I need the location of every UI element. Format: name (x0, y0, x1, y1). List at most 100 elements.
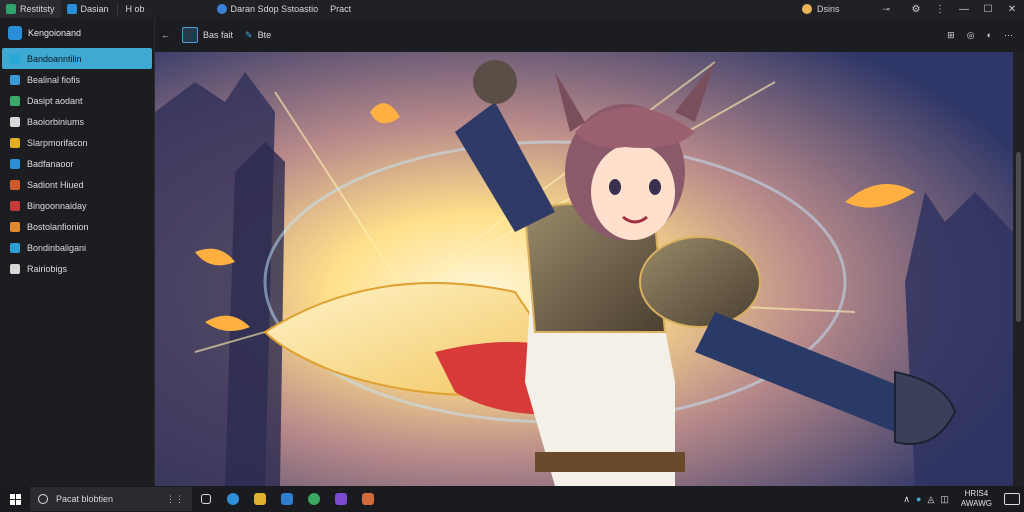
sidebar-item-label: Bingoonnaiday (27, 200, 87, 211)
clock[interactable]: HRIS4 AWAWG (961, 489, 992, 509)
sidebar-item-icon (10, 53, 20, 64)
tab-label: Restitsty (20, 4, 55, 14)
volume-icon[interactable]: ◫ (940, 494, 949, 505)
tab-label: Dasian (80, 4, 109, 14)
wifi-icon[interactable]: ◬ (927, 494, 934, 505)
sidebar-item-icon (10, 221, 20, 232)
sidebar-item[interactable]: Badfanaoor (2, 153, 152, 174)
sidebar-item-label: Slarpmorifacon (27, 137, 88, 148)
mic-icon[interactable]: ⋮⋮ (166, 494, 184, 505)
tab-restitsty[interactable]: Restitsty (0, 0, 61, 18)
sidebar: Kengoionand Bandoanntilin Bealinal fiofis… (0, 18, 155, 486)
minimize-button[interactable]: — (952, 0, 976, 18)
taskbar-search-placeholder: Pacat blobtien (56, 494, 114, 504)
system-tray: ∧ ● ◬ ◫ HRIS4 AWAWG (903, 489, 1024, 509)
network-icon[interactable]: ● (916, 494, 921, 504)
windows-icon (9, 493, 21, 505)
view-button[interactable]: Bas fait (176, 24, 239, 46)
tab-label: H ob (125, 4, 145, 14)
edit-button[interactable]: ✎ Bte (239, 24, 277, 46)
sidebar-item-label: Bondinbaligani (27, 242, 87, 253)
sidebar-item-label: Badfanaoor (27, 158, 74, 169)
adjust-icon[interactable]: ◐ (982, 24, 997, 46)
divider (116, 3, 118, 15)
taskbar: Pacat blobtien ⋮⋮ ∧ ● ◬ ◫ HRIS4 AWAWG (0, 486, 1024, 512)
avatar-icon (802, 4, 812, 14)
sidebar-item[interactable]: Bingoonnaiday (2, 195, 152, 216)
image-viewer[interactable] (155, 52, 1013, 486)
photos-icon[interactable] (354, 486, 381, 512)
media-icon[interactable] (327, 486, 354, 512)
start-button[interactable] (0, 486, 30, 512)
sidebar-item[interactable]: Rairiobigs (2, 258, 152, 279)
scrollbar-thumb[interactable] (1016, 152, 1021, 322)
sidebar-item[interactable]: Bandoanntilin (2, 48, 152, 69)
new-tab-button[interactable]: H ob (120, 0, 151, 18)
window-titlebar: Restitsty Dasian H ob Daran Sdop Sstoast… (0, 0, 1024, 18)
sidebar-item-icon (10, 158, 20, 169)
sidebar-header[interactable]: Kengoionand (0, 18, 154, 48)
edit-button-label: Bte (257, 30, 272, 40)
sidebar-item-label: Baoiorbiniums (27, 116, 85, 127)
sidebar-item-label: Bealinal fiofis (27, 74, 81, 85)
sidebar-item-label: Bandoanntilin (27, 53, 82, 64)
folder-icon[interactable] (246, 486, 273, 512)
more-options-icon[interactable]: ⋯ (999, 24, 1018, 46)
notification-icon[interactable] (1004, 493, 1020, 505)
rotate-icon[interactable]: ◎ (962, 24, 980, 46)
sidebar-item-label: Bostolanfionion (27, 221, 89, 232)
sidebar-item-icon (10, 263, 20, 274)
sidebar-item[interactable]: Bondinbaligani (2, 237, 152, 258)
settings-icon[interactable]: ⚙ (904, 0, 928, 18)
image-icon (182, 27, 198, 43)
search-label: Dsins (817, 4, 840, 14)
app-logo-icon (8, 26, 22, 40)
sidebar-item-icon (10, 137, 20, 148)
clock-date: AWAWG (960, 499, 992, 508)
view-button-label: Bas fait (203, 30, 234, 40)
vertical-scrollbar[interactable] (1013, 52, 1024, 486)
sidebar-item-icon (10, 242, 20, 253)
toggle-icon[interactable]: ⊸ (882, 4, 890, 15)
edge-icon (216, 4, 227, 14)
back-arrow-icon: ← (161, 30, 170, 40)
tab-label: Daran Sdop Sstoastio (230, 4, 319, 14)
sidebar-item[interactable]: Bostolanfionion (2, 216, 152, 237)
task-view-icon[interactable] (192, 486, 219, 512)
store-icon[interactable] (273, 486, 300, 512)
sidebar-item[interactable]: Sadiont Hiued (2, 174, 152, 195)
brush-icon: ✎ (245, 29, 253, 40)
app-icon (6, 4, 16, 14)
taskbar-search[interactable]: Pacat blobtien ⋮⋮ (30, 487, 192, 511)
sidebar-item-icon (10, 200, 20, 211)
back-button[interactable]: ← (155, 24, 176, 46)
sidebar-item[interactable]: Baoiorbiniums (2, 111, 152, 132)
sidebar-item-label: Sadiont Hiued (27, 179, 84, 190)
edge-taskbar-icon[interactable] (219, 486, 246, 512)
toolbar: ← Bas fait ✎ Bte ⊞ ◎ ◐ ⋯ (155, 18, 1024, 52)
sidebar-item-label: Dasipt aodant (27, 95, 83, 106)
browser-icon (66, 4, 77, 14)
clock-time: HRIS4 (964, 489, 989, 498)
search-icon (38, 494, 48, 504)
sidebar-item-label: Rairiobigs (27, 263, 68, 274)
sidebar-item[interactable]: Bealinal fiofis (2, 69, 152, 90)
maximize-button[interactable]: ☐ (976, 0, 1000, 18)
sidebar-item[interactable]: Slarpmorifacon (2, 132, 152, 153)
sidebar-item[interactable]: Dasipt aodant (2, 90, 152, 111)
chrome-icon[interactable] (300, 486, 327, 512)
chevron-up-icon[interactable]: ∧ (903, 494, 910, 505)
close-button[interactable]: ✕ (1000, 0, 1024, 18)
tab-daran[interactable]: Daran Sdop Sstoastio (211, 0, 325, 18)
sidebar-item-icon (10, 95, 20, 106)
sidebar-item-icon (10, 74, 20, 85)
tab-pract[interactable]: Pract (324, 0, 357, 18)
sidebar-list: Bandoanntilin Bealinal fiofis Dasipt aodan… (0, 48, 154, 279)
anime-artwork (155, 52, 1013, 486)
sidebar-title: Kengoionand (28, 28, 82, 38)
gallery-icon[interactable]: ⊞ (942, 24, 960, 46)
more-icon[interactable]: ⋮ (928, 0, 952, 18)
tab-label: Pract (330, 4, 352, 14)
profile-search[interactable]: Dsins ⊸ (798, 2, 894, 16)
tab-dasian[interactable]: Dasian (61, 0, 115, 18)
